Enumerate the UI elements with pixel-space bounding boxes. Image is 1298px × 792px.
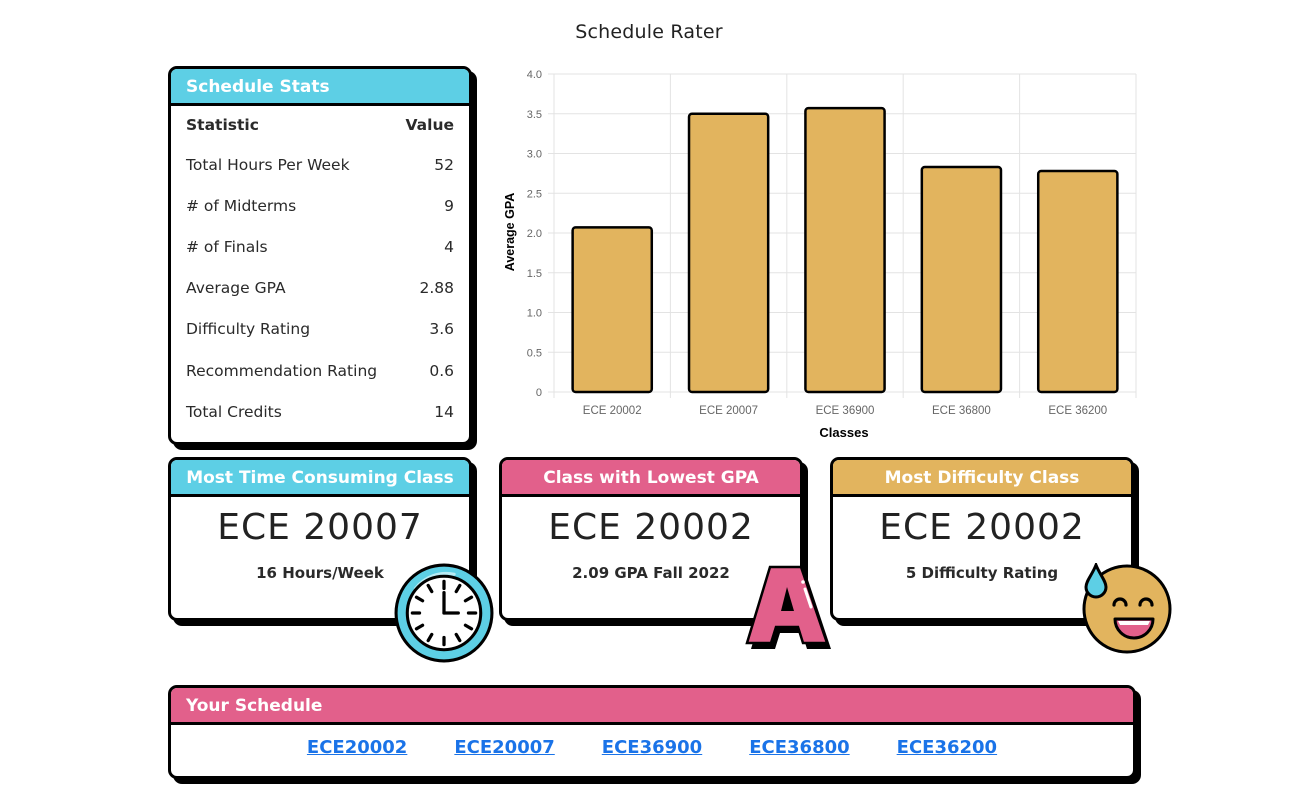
chart-bars	[571, 106, 1119, 394]
bar	[571, 226, 654, 394]
your-schedule-card: Your Schedule ECE20002 ECE20007 ECE36900…	[168, 685, 1136, 779]
stat-label: Average GPA	[186, 279, 286, 298]
most-time-consuming-class: ECE 20007	[217, 507, 423, 548]
schedule-link-ece20002[interactable]: ECE20002	[307, 737, 407, 758]
stat-label: # of Finals	[186, 237, 268, 256]
stat-label: Recommendation Rating	[186, 361, 378, 380]
most-difficult-class: ECE 20002	[879, 507, 1085, 548]
x-tick-label: ECE 36900	[816, 405, 875, 417]
lowest-gpa-class: ECE 20002	[548, 507, 754, 548]
most-difficult-title: Most Difficulty Class	[833, 460, 1131, 497]
stats-row: # of Finals 4	[186, 226, 454, 267]
stat-value: 2.88	[419, 279, 454, 298]
stats-header-row: Statistic Value	[186, 106, 454, 144]
x-axis-label: Classes	[819, 425, 868, 440]
clock-icon	[394, 563, 494, 663]
grade-a-icon	[745, 565, 831, 649]
schedule-links: ECE20002 ECE20007 ECE36900 ECE36800 ECE3…	[171, 725, 1133, 758]
stat-value: 3.6	[429, 320, 454, 339]
schedule-stats-card: Schedule Stats Statistic Value Total Hou…	[168, 66, 472, 445]
bar	[804, 106, 886, 394]
stat-value: 4	[444, 237, 454, 256]
bar	[920, 165, 1003, 394]
y-axis-label: Average GPA	[503, 193, 517, 272]
stats-row: # of Midterms 9	[186, 185, 454, 226]
stats-row: Recommendation Rating 0.6	[186, 350, 454, 391]
y-tick-label: 1.0	[527, 308, 542, 320]
your-schedule-title: Your Schedule	[171, 688, 1133, 725]
most-time-consuming-title: Most Time Consuming Class	[171, 460, 469, 497]
x-tick-label: ECE 36800	[932, 405, 991, 417]
schedule-stats-title: Schedule Stats	[171, 69, 469, 106]
y-tick-label: 0	[536, 387, 542, 399]
stats-row: Total Credits 14	[186, 391, 454, 432]
stats-row: Total Hours Per Week 52	[186, 144, 454, 185]
stat-label: Total Hours Per Week	[186, 155, 350, 174]
y-tick-label: 3.0	[527, 149, 542, 161]
lowest-gpa-title: Class with Lowest GPA	[502, 460, 800, 497]
schedule-link-ece36200[interactable]: ECE36200	[897, 737, 997, 758]
y-tick-label: 1.5	[527, 268, 542, 280]
y-tick-label: 2.5	[527, 188, 542, 200]
column-header-value: Value	[405, 116, 454, 134]
x-tick-label: ECE 20007	[699, 405, 758, 417]
stat-value: 9	[444, 196, 454, 215]
y-tick-label: 0.5	[527, 347, 542, 359]
y-tick-label: 3.5	[527, 109, 542, 121]
x-tick-label: ECE 20002	[583, 405, 642, 417]
gpa-bar-chart: 0 0.5 1.0 1.5 2.0 2.5 3.0 3.5 4.0 ECE 20002 ECE 20…	[503, 69, 1137, 440]
page-title: Schedule Rater	[575, 21, 723, 43]
column-header-statistic: Statistic	[186, 116, 259, 134]
stat-label: # of Midterms	[186, 196, 297, 215]
stat-label: Total Credits	[186, 402, 282, 421]
stat-label: Difficulty Rating	[186, 320, 311, 339]
bar	[687, 112, 770, 394]
x-tick-label: ECE 36200	[1048, 405, 1107, 417]
stat-value: 0.6	[429, 361, 454, 380]
stat-value: 14	[434, 402, 454, 421]
y-tick-label: 4.0	[527, 69, 542, 81]
stat-value: 52	[434, 155, 454, 174]
schedule-link-ece20007[interactable]: ECE20007	[454, 737, 554, 758]
stats-row: Difficulty Rating 3.6	[186, 309, 454, 350]
bar	[1036, 169, 1119, 394]
schedule-link-ece36800[interactable]: ECE36800	[749, 737, 849, 758]
stats-row: Average GPA 2.88	[186, 268, 454, 309]
y-tick-label: 2.0	[527, 228, 542, 240]
stats-table: Statistic Value Total Hours Per Week 52 #…	[171, 106, 469, 432]
schedule-link-ece36900[interactable]: ECE36900	[602, 737, 702, 758]
sweat-smile-icon	[1082, 563, 1172, 654]
